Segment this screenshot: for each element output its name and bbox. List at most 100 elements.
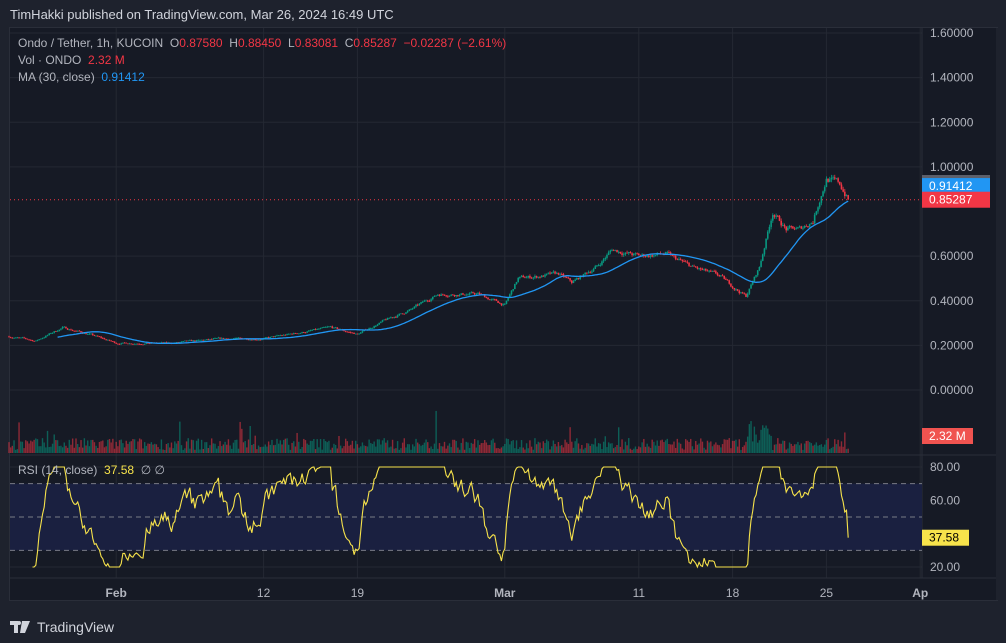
volume-bar	[584, 447, 586, 453]
volume-bar	[432, 448, 434, 453]
volume-bar	[266, 446, 268, 453]
volume-bar	[738, 439, 740, 453]
chart-canvas[interactable]: 1.60000 1.40000 1.20000 1.00000 0.60000 0.400…	[0, 0, 1006, 643]
volume-bar	[226, 444, 228, 453]
volume-bar	[393, 448, 395, 453]
candle-body	[125, 342, 128, 344]
volume-bar	[321, 449, 323, 453]
volume-bar	[293, 441, 295, 453]
candle-body	[53, 331, 56, 333]
candle-body	[815, 211, 818, 215]
candle-body	[455, 295, 458, 297]
candle-body	[472, 292, 474, 294]
brand-name: TradingView	[37, 619, 115, 635]
time-tick-label: 18	[726, 586, 740, 600]
candle-body	[554, 271, 556, 274]
candle-body	[370, 328, 372, 329]
volume-bar	[303, 438, 305, 453]
volume-bar	[517, 448, 519, 453]
volume-bar	[286, 438, 288, 453]
candle-body	[291, 333, 293, 335]
candle-body	[460, 293, 463, 295]
candle-body	[19, 337, 22, 339]
candle-body	[557, 272, 560, 275]
candle-body	[818, 202, 821, 208]
volume-bar	[323, 439, 325, 453]
volume-bar	[519, 447, 521, 453]
candle-body	[380, 321, 382, 323]
candle-body	[128, 343, 131, 345]
candle-body	[495, 299, 498, 301]
volume-bar	[58, 446, 60, 453]
volume-bar	[53, 434, 55, 453]
volume-bar	[41, 438, 44, 453]
candle-body	[478, 292, 481, 295]
volume-bar	[509, 444, 511, 453]
candle-body	[750, 284, 752, 289]
volume-bar	[351, 440, 354, 453]
volume-bar	[581, 444, 583, 453]
volume-bar	[452, 439, 454, 453]
volume-bar	[688, 441, 690, 453]
candle-body	[351, 332, 354, 334]
candle-body	[674, 255, 677, 259]
candle-body	[741, 292, 744, 294]
volume-bar	[671, 444, 673, 453]
candle-body	[844, 191, 846, 197]
volume-bar	[765, 425, 767, 453]
candle-body	[756, 270, 759, 276]
volume-bar	[326, 442, 328, 453]
candle-body	[534, 276, 536, 278]
candle-body	[599, 264, 602, 266]
volume-bar	[777, 438, 779, 453]
candle-body	[421, 301, 424, 303]
candle-body	[215, 338, 218, 339]
candle-body	[276, 335, 278, 337]
candle-body	[279, 335, 282, 337]
volume-bar	[478, 444, 481, 453]
volume-bar	[499, 448, 501, 453]
candle-body	[102, 337, 104, 339]
volume-bar	[118, 440, 121, 453]
price-badge-last: 0.85287	[929, 193, 973, 207]
volume-bar	[422, 444, 424, 453]
candle-body	[249, 339, 251, 341]
volume-bar	[512, 440, 514, 453]
candle-body	[730, 283, 732, 287]
volume-bar	[341, 448, 344, 453]
candle-body	[313, 329, 315, 331]
volume-bar	[80, 440, 82, 453]
candle-body	[571, 280, 573, 283]
volume-bar	[406, 444, 409, 453]
candle-body	[705, 268, 707, 271]
time-tick-label: Ap	[912, 586, 928, 600]
volume-bar	[234, 439, 236, 453]
candle-body	[594, 266, 597, 269]
candle-body	[783, 225, 786, 227]
candle-body	[832, 177, 834, 179]
candle-body	[549, 272, 551, 274]
volume-bar	[813, 444, 816, 453]
candle-body	[224, 338, 226, 340]
candle-body	[498, 302, 501, 304]
candle-body	[569, 278, 571, 281]
candle-body	[584, 272, 586, 275]
volume-bar	[142, 448, 144, 453]
volume-bar	[455, 440, 457, 453]
volume-bar	[403, 438, 405, 453]
candle-body	[286, 334, 288, 336]
candle-body	[190, 340, 193, 341]
volume-bar	[164, 449, 166, 453]
volume-bar	[360, 446, 362, 453]
volume-bar	[298, 441, 300, 453]
candle-body	[525, 277, 528, 279]
candle-body	[629, 252, 632, 254]
volume-bar	[309, 440, 312, 453]
volume-bar	[400, 448, 402, 453]
volume-bar	[601, 449, 603, 453]
volume-bar	[376, 439, 379, 453]
candle-body	[504, 303, 506, 305]
volume-bar	[328, 440, 330, 453]
volume-bar	[817, 445, 819, 453]
volume-bar	[216, 448, 218, 453]
